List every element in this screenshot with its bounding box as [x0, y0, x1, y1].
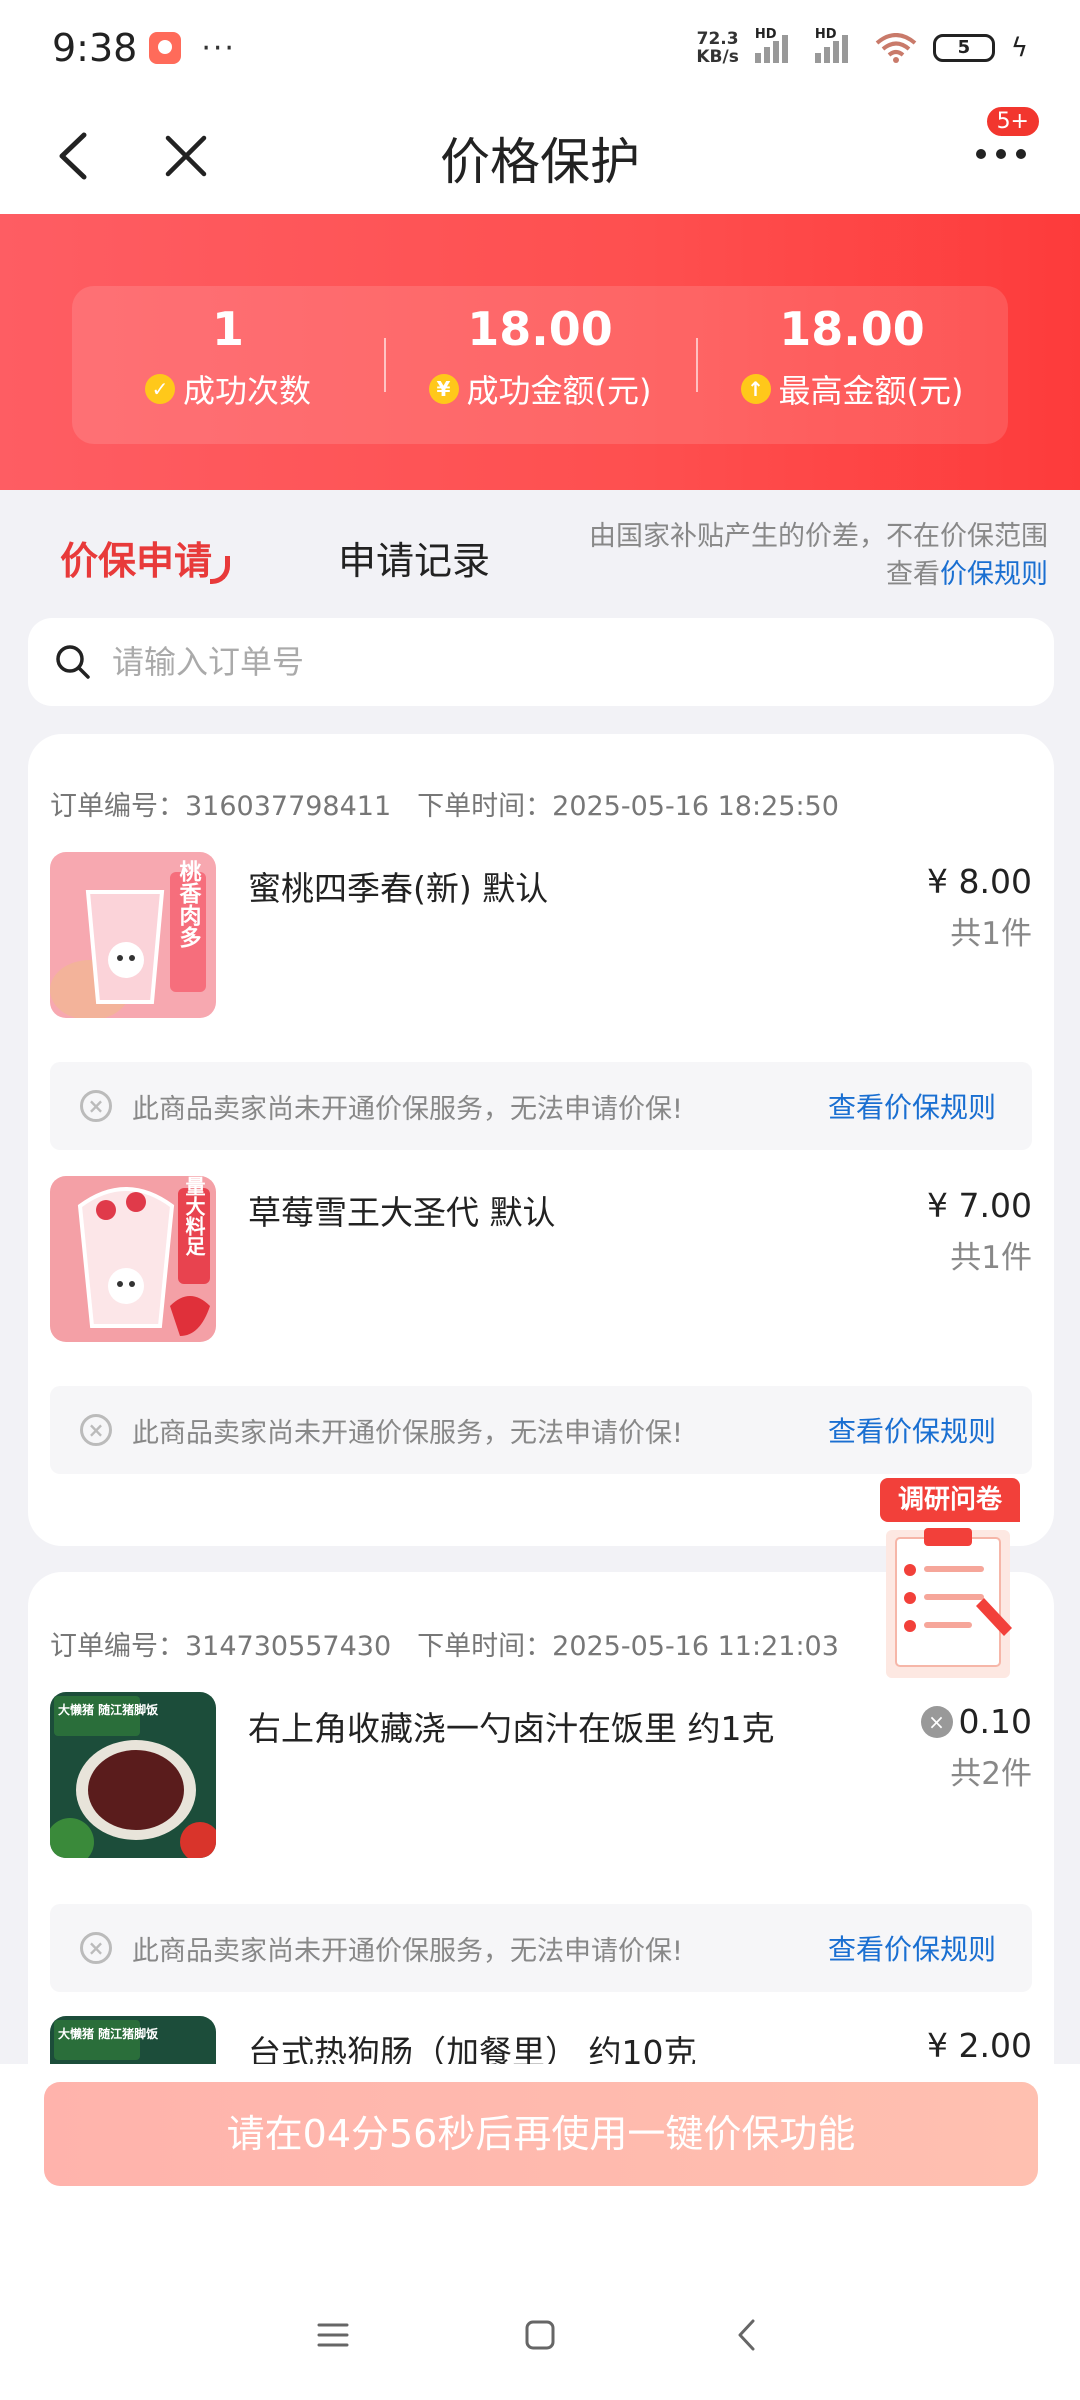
battery-icon: 5	[932, 34, 995, 62]
price-protect-warning: × 此商品卖家尚未开通价保服务，无法申请价保! 查看价保规则	[50, 1386, 1032, 1474]
stat-success-count: 1 ✓ 成功次数	[72, 286, 384, 444]
charging-icon: ϟ	[1010, 33, 1028, 63]
notification-badge: 5+	[983, 104, 1042, 139]
search-input[interactable]	[112, 643, 1012, 681]
survey-float-button[interactable]: 调研问卷	[880, 1478, 1026, 1682]
product-image: 量大料足	[50, 1176, 216, 1342]
product-image: 桃香肉多	[50, 852, 216, 1018]
order-item[interactable]: 量大料足 草莓雪王大圣代 默认 ¥ 7.00 共1件	[50, 1176, 1032, 1346]
stat-max-amount: 18.00 ↑ 最高金额(元)	[696, 286, 1008, 444]
survey-label: 调研问卷	[880, 1478, 1020, 1522]
tab-price-protect-apply[interactable]: 价保申请	[60, 530, 212, 585]
item-quantity: 共1件	[950, 1240, 1032, 1276]
arrow-up-icon: ↑	[740, 374, 771, 404]
item-price: × 0.10	[920, 1702, 1032, 1741]
signal-icon: HD	[754, 27, 799, 63]
order-meta: 订单编号：316037798411 下单时间：2025-05-16 18:25:5…	[50, 791, 839, 822]
close-circle-icon: ×	[80, 1414, 112, 1446]
header: 价格保护 5+	[0, 96, 1080, 214]
product-image-caption: 大懒猪 随江猪脚饭	[58, 2026, 158, 2041]
tabs-row: 价保申请 申请记录 由国家补贴产生的价差，不在价保范围 查看价保规则	[0, 490, 1080, 616]
price-protect-warning: × 此商品卖家尚未开通价保服务，无法申请价保! 查看价保规则	[50, 1062, 1032, 1150]
view-price-rules-link[interactable]: 查看价保规则	[828, 1928, 996, 1968]
menu-icon	[317, 2323, 349, 2347]
price-rules-link[interactable]: 价保规则	[940, 559, 1048, 590]
nav-menu-button[interactable]	[303, 2305, 363, 2365]
item-quantity: 共1件	[950, 916, 1032, 952]
order-item[interactable]: 大懒猪 随江猪脚饭 右上角收藏浇一勺卤汁在饭里 约1克 × 0.10 共2件	[50, 1692, 1032, 1862]
system-nav-bar	[0, 2290, 1080, 2380]
wifi-icon	[875, 33, 917, 63]
signal-icon: HD	[814, 27, 859, 63]
yen-icon: ×	[920, 1705, 953, 1738]
stats-banner: 1 ✓ 成功次数 18.00 ¥ 成功金额(元) 18.00 ↑ 最高金额(元)	[0, 214, 1080, 490]
product-image-caption: 桃香肉多	[176, 860, 202, 949]
item-price: ¥ 7.00	[927, 1186, 1032, 1225]
more-notifications-icon: ···	[201, 30, 236, 66]
net-speed: 72.3 KB/s	[696, 29, 739, 67]
stat-success-amount: 18.00 ¥ 成功金额(元)	[384, 286, 696, 444]
status-bar: 9:38 ··· 72.3 KB/s HD HD 5 ϟ	[0, 0, 1080, 96]
order-card: 订单编号：316037798411 下单时间：2025-05-16 18:25:5…	[28, 734, 1054, 1546]
item-name: 蜜桃四季春(新) 默认	[248, 869, 549, 908]
one-click-price-protect-button[interactable]: 请在04分56秒后再使用一键价保功能	[44, 2082, 1038, 2186]
close-circle-icon: ×	[80, 1090, 112, 1122]
search-icon	[56, 645, 90, 679]
price-protect-warning: × 此商品卖家尚未开通价保服务，无法申请价保! 查看价保规则	[50, 1904, 1032, 1992]
back-arrow-icon	[738, 2319, 755, 2351]
tab-apply-records[interactable]: 申请记录	[338, 530, 490, 585]
home-square-icon	[525, 2320, 555, 2350]
nav-home-button[interactable]	[510, 2305, 570, 2365]
notice-text: 由国家补贴产生的价差，不在价保范围 查看价保规则	[589, 521, 1048, 590]
order-meta: 订单编号：314730557430 下单时间：2025-05-16 11:21:0…	[50, 1631, 839, 1662]
nav-back-button[interactable]	[717, 2305, 777, 2365]
item-price: ¥ 8.00	[927, 862, 1032, 901]
app-notification-icon	[149, 32, 182, 64]
product-image: 大懒猪 随江猪脚饭	[50, 1692, 216, 1858]
order-item[interactable]: 桃香肉多 蜜桃四季春(新) 默认 ¥ 8.00 共1件	[50, 852, 1032, 1022]
page-title: 价格保护	[440, 133, 640, 191]
product-image-caption: 量大料足	[182, 1176, 206, 1257]
close-circle-icon: ×	[80, 1932, 112, 1964]
view-price-rules-link[interactable]: 查看价保规则	[828, 1086, 996, 1126]
yen-icon: ¥	[428, 374, 459, 404]
more-icon	[976, 149, 1026, 159]
tab-active-indicator	[210, 556, 230, 584]
item-name: 右上角收藏浇一勺卤汁在饭里 约1克	[248, 1709, 775, 1748]
product-image-caption: 大懒猪 随江猪脚饭	[58, 1702, 158, 1717]
view-price-rules-link[interactable]: 查看价保规则	[828, 1410, 996, 1450]
item-quantity: 共2件	[950, 1756, 1032, 1792]
status-time: 9:38	[52, 26, 138, 70]
check-icon: ✓	[144, 374, 175, 404]
stats-card: 1 ✓ 成功次数 18.00 ¥ 成功金额(元) 18.00 ↑ 最高金额(元)	[72, 286, 1008, 444]
search-bar	[28, 618, 1054, 706]
item-price: ¥ 2.00	[927, 2026, 1032, 2065]
item-name: 草莓雪王大圣代 默认	[248, 1193, 556, 1232]
